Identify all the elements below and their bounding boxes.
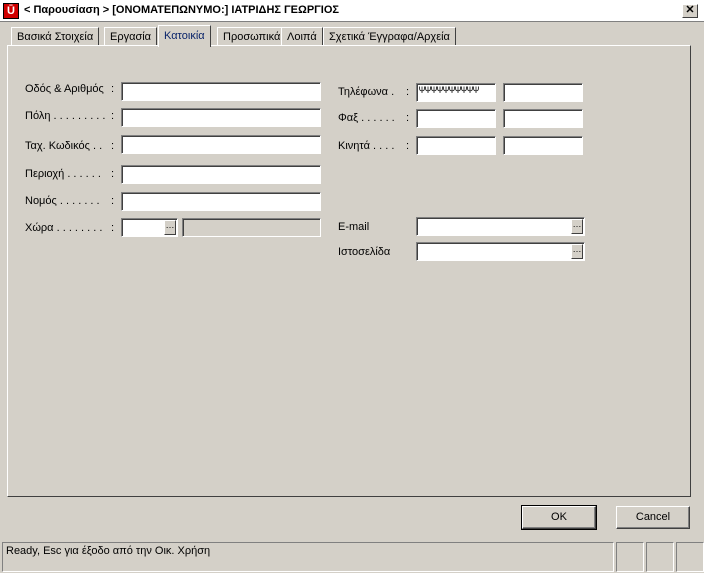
area-colon: : <box>111 168 115 180</box>
prefecture-input[interactable] <box>121 192 321 211</box>
mobile-2-input[interactable] <box>503 136 583 155</box>
mobiles-colon: : <box>406 140 410 152</box>
prefecture-label: Νομός . . . . . . . <box>25 195 100 207</box>
window-title: < Παρουσίαση > [ΟΝΟΜΑΤΕΠΩΝΥΜΟ:] ΙΑΤΡΙΔΗΣ… <box>24 4 339 16</box>
title-bar: Ū < Παρουσίαση > [ΟΝΟΜΑΤΕΠΩΝΥΜΟ:] ΙΑΤΡΙΔ… <box>0 0 704 22</box>
phone-2-input[interactable] <box>503 83 583 102</box>
phones-label: Τηλέφωνα . <box>338 86 395 98</box>
country-label: Χώρα . . . . . . . . <box>25 222 103 234</box>
tab-related-documents[interactable]: Σχετικά Έγγραφα/Αρχεία <box>323 27 456 46</box>
tab-other[interactable]: Λοιπά <box>281 27 323 46</box>
street-colon: : <box>111 83 115 95</box>
email-label: E-mail <box>338 221 370 233</box>
zip-input[interactable] <box>121 135 321 154</box>
status-cell-3 <box>676 542 704 572</box>
mobiles-label: Κινητά . . . . <box>338 140 395 152</box>
email-lookup-button[interactable]: … <box>571 219 583 234</box>
phone-1-input[interactable]: ΨΨΨΨΨΨΨΨΨΨ <box>416 83 496 102</box>
country-name-field <box>182 218 321 237</box>
city-colon: : <box>111 110 115 122</box>
status-text: Ready, Esc για έξοδο από την Οικ. Χρήση <box>2 542 614 572</box>
status-cell-2 <box>646 542 674 572</box>
ok-button[interactable]: OK <box>521 505 597 530</box>
city-label: Πόλη . . . . . . . . . <box>25 110 106 122</box>
website-label: Ιστοσελίδα <box>338 246 391 258</box>
fax-colon: : <box>406 112 410 124</box>
tab-basic-info[interactable]: Βασικά Στοιχεία <box>11 27 100 46</box>
cancel-button[interactable]: Cancel <box>616 506 690 529</box>
website-input[interactable] <box>416 242 585 261</box>
area-label: Περιοχή . . . . . . <box>25 168 101 180</box>
city-input[interactable] <box>121 108 321 127</box>
phones-colon: : <box>406 86 410 98</box>
status-bar: Ready, Esc για έξοδο από την Οικ. Χρήση <box>0 540 704 573</box>
street-input[interactable] <box>121 82 321 101</box>
status-cell-1 <box>616 542 644 572</box>
zip-colon: : <box>111 140 115 152</box>
area-input[interactable] <box>121 165 321 184</box>
street-label: Οδός & Αριθμός <box>25 83 104 95</box>
fax-label: Φαξ . . . . . . <box>338 112 395 124</box>
fax-1-input[interactable] <box>416 109 496 128</box>
residence-panel: Οδός & Αριθμός : Πόλη . . . . . . . . . … <box>7 45 691 497</box>
mobile-1-input[interactable] <box>416 136 496 155</box>
tab-residence[interactable]: Κατοικία <box>158 25 211 47</box>
zip-label: Ταχ. Κωδικός . . <box>25 140 103 152</box>
prefecture-colon: : <box>111 195 115 207</box>
website-lookup-button[interactable]: … <box>571 244 583 259</box>
fax-2-input[interactable] <box>503 109 583 128</box>
tab-personal[interactable]: Προσωπικά <box>217 27 287 46</box>
app-logo-icon: Ū <box>3 3 19 19</box>
email-input[interactable] <box>416 217 585 236</box>
country-colon: : <box>111 222 115 234</box>
country-lookup-button[interactable]: … <box>164 220 176 235</box>
tab-work[interactable]: Εργασία <box>104 27 158 46</box>
close-button[interactable]: ✕ <box>682 4 698 18</box>
